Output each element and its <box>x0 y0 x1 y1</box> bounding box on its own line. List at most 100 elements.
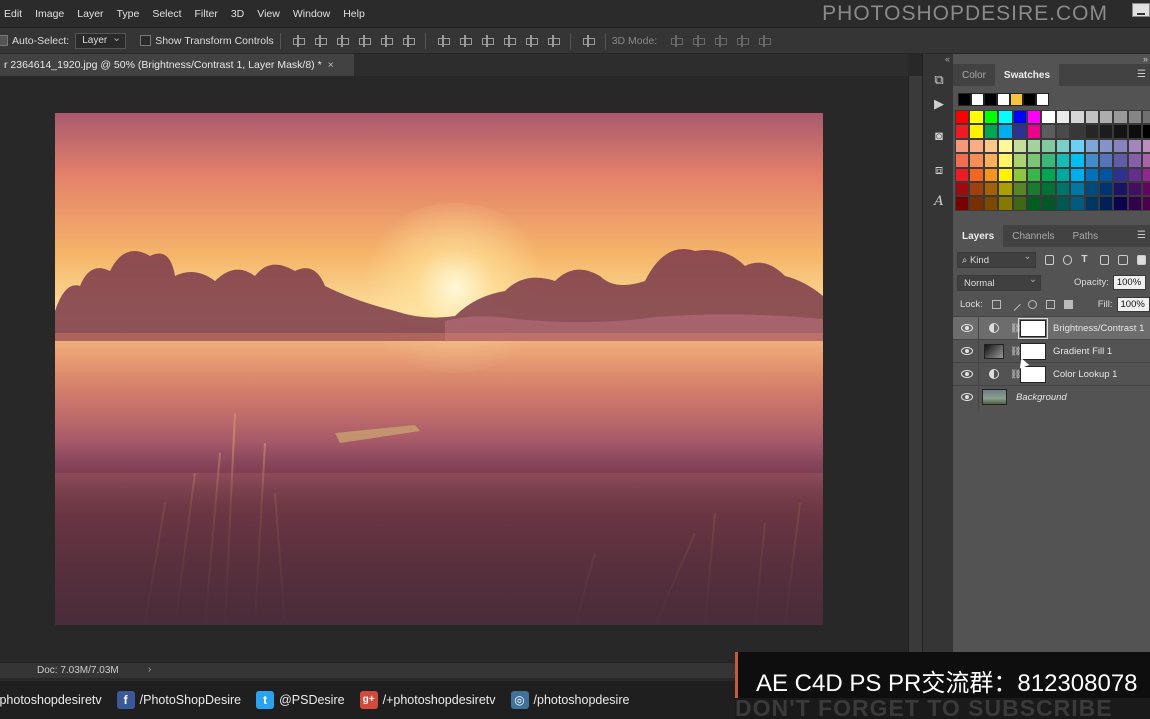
swatch[interactable] <box>983 167 999 182</box>
status-menu-chevron[interactable]: › <box>148 664 151 675</box>
close-icon[interactable]: × <box>328 59 334 71</box>
swatch[interactable] <box>1041 124 1056 139</box>
align-left-icon[interactable] <box>358 34 371 47</box>
swatch[interactable] <box>969 196 984 211</box>
distribute-bottom-icon[interactable] <box>481 34 494 47</box>
swatch[interactable] <box>983 181 999 197</box>
swatch[interactable] <box>1127 153 1143 168</box>
swatch[interactable] <box>1084 110 1099 125</box>
distribute-left-icon[interactable] <box>503 34 516 47</box>
blend-mode-dropdown[interactable]: Normal <box>957 274 1041 291</box>
filter-smart-object-icon[interactable] <box>1118 254 1128 265</box>
swatch[interactable] <box>1084 138 1099 154</box>
3d-roll-icon[interactable] <box>692 34 706 47</box>
swatch[interactable] <box>1084 181 1099 197</box>
swatch[interactable] <box>998 196 1013 211</box>
swatch[interactable] <box>1142 181 1150 197</box>
menu-3d[interactable]: 3D <box>226 8 252 20</box>
swatch[interactable] <box>1127 138 1143 154</box>
swatch[interactable] <box>1055 153 1071 168</box>
layer-row-background[interactable]: Background <box>953 385 1150 409</box>
swatch[interactable] <box>1055 181 1071 197</box>
document-tab[interactable]: r 2364614_1920.jpg @ 50% (Brightness/Con… <box>0 54 354 76</box>
filter-type-icon[interactable]: T <box>1081 254 1090 265</box>
swatch[interactable] <box>1070 124 1085 139</box>
swatch[interactable] <box>1113 167 1128 182</box>
swatch[interactable] <box>1113 153 1128 168</box>
swatch[interactable] <box>1142 138 1150 154</box>
swatch[interactable] <box>1127 110 1143 125</box>
show-transform-checkbox[interactable] <box>140 35 152 46</box>
panel-menu-icon[interactable]: ☰ <box>1137 64 1150 86</box>
tab-color[interactable]: Color <box>953 64 995 86</box>
swatch[interactable] <box>1070 110 1085 125</box>
swatch[interactable] <box>969 167 984 182</box>
swatch[interactable] <box>955 110 970 125</box>
swatch[interactable] <box>1026 110 1042 125</box>
recent-swatch[interactable] <box>1023 93 1036 106</box>
swatch[interactable] <box>1142 153 1150 168</box>
swatch[interactable] <box>1113 110 1128 125</box>
clone-source-icon[interactable]: ⧈ <box>931 162 947 178</box>
opacity-input[interactable]: 100% <box>1112 275 1146 290</box>
swatch[interactable] <box>983 124 999 139</box>
swatch[interactable] <box>1070 196 1085 211</box>
swatch[interactable] <box>1098 124 1114 139</box>
auto-align-icon[interactable] <box>582 34 595 47</box>
swatch[interactable] <box>955 167 970 182</box>
swatch[interactable] <box>998 153 1013 168</box>
filter-toggle-icon[interactable] <box>1136 254 1146 265</box>
recent-swatch[interactable] <box>1010 93 1023 106</box>
swatch[interactable] <box>1127 124 1143 139</box>
swatch[interactable] <box>983 196 999 211</box>
swatch[interactable] <box>1070 153 1085 168</box>
swatch[interactable] <box>983 110 999 125</box>
3d-rotate-icon[interactable] <box>670 34 684 47</box>
swatch[interactable] <box>1070 167 1085 182</box>
swatch[interactable] <box>969 110 984 125</box>
swatch[interactable] <box>955 181 970 197</box>
swatch[interactable] <box>1041 138 1056 154</box>
properties-icon[interactable]: ◙ <box>931 128 947 144</box>
swatch[interactable] <box>1012 167 1027 182</box>
swatch[interactable] <box>1012 110 1027 125</box>
swatch[interactable] <box>1113 181 1128 197</box>
swatch[interactable] <box>969 124 984 139</box>
swatch[interactable] <box>1113 196 1128 211</box>
swatch[interactable] <box>1012 138 1027 154</box>
swatch[interactable] <box>998 138 1013 154</box>
swatch[interactable] <box>1084 196 1099 211</box>
lock-image-icon[interactable] <box>1007 298 1021 311</box>
recent-swatch[interactable] <box>984 93 997 106</box>
swatch[interactable] <box>1070 181 1085 197</box>
menu-layer[interactable]: Layer <box>72 8 111 20</box>
swatch[interactable] <box>1113 138 1128 154</box>
tab-swatches[interactable]: Swatches <box>994 64 1060 86</box>
recent-swatch[interactable] <box>1036 93 1049 106</box>
3d-drag-icon[interactable] <box>714 34 728 47</box>
visibility-eye-icon[interactable] <box>961 393 973 401</box>
swatch[interactable] <box>1012 153 1027 168</box>
lock-artboard-icon[interactable] <box>1045 300 1055 309</box>
swatch[interactable] <box>1055 110 1071 125</box>
swatch[interactable] <box>998 181 1013 197</box>
menu-image[interactable]: Image <box>30 8 72 20</box>
layer-mask-thumbnail[interactable] <box>1018 317 1048 339</box>
filter-pixel-icon[interactable] <box>1044 254 1054 265</box>
filter-shape-icon[interactable] <box>1099 254 1110 265</box>
align-hcenter-icon[interactable] <box>380 34 393 47</box>
document-image[interactable] <box>55 113 823 625</box>
tab-channels[interactable]: Channels <box>1003 225 1063 247</box>
swatch[interactable] <box>998 110 1013 125</box>
swatch[interactable] <box>1142 124 1150 139</box>
align-vcenter-icon[interactable] <box>314 34 327 47</box>
menu-filter[interactable]: Filter <box>190 8 226 20</box>
swatch[interactable] <box>1041 167 1056 182</box>
swatch[interactable] <box>1041 196 1056 211</box>
tab-paths[interactable]: Paths <box>1064 225 1108 247</box>
swatch[interactable] <box>1127 181 1143 197</box>
distribute-vcenter-icon[interactable] <box>459 34 472 47</box>
lock-all-icon[interactable] <box>1063 300 1073 309</box>
swatch[interactable] <box>1098 153 1114 168</box>
panel-menu-icon[interactable]: ☰ <box>1137 225 1150 247</box>
